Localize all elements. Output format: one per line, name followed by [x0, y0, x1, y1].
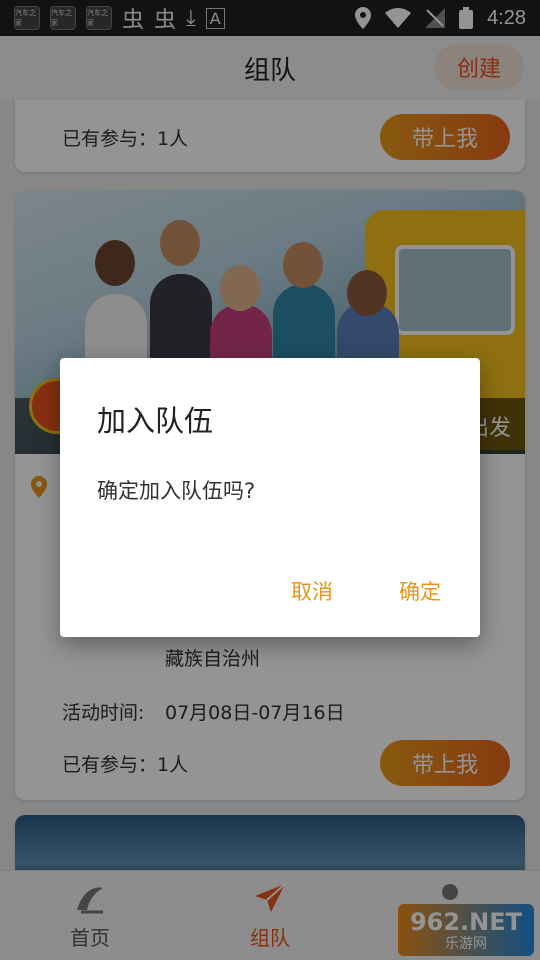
cancel-button[interactable]: 取消	[291, 576, 333, 606]
confirm-button[interactable]: 确定	[399, 576, 441, 606]
join-team-dialog: 加入队伍 确定加入队伍吗? 取消 确定	[60, 358, 480, 637]
dialog-message: 确定加入队伍吗?	[97, 479, 256, 503]
dialog-title: 加入队伍	[97, 404, 214, 438]
